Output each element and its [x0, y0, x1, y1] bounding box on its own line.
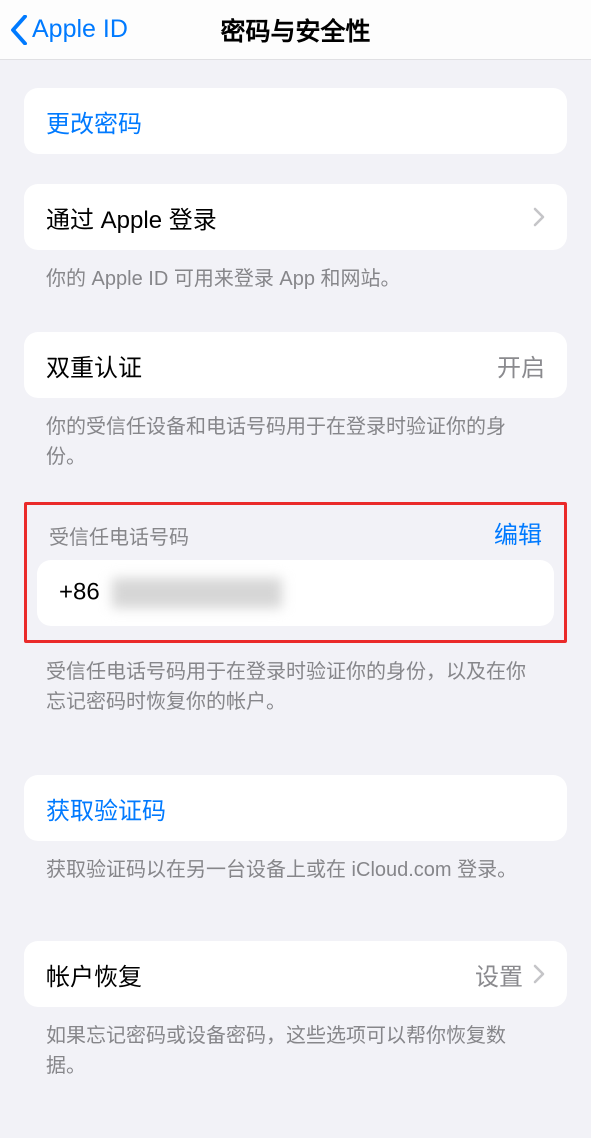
two-factor-value: 开启	[497, 348, 545, 383]
trusted-phone-highlight: 受信任电话号码 编辑 +86	[24, 502, 567, 643]
get-code-cell[interactable]: 获取验证码	[24, 775, 567, 841]
back-label: Apple ID	[32, 15, 128, 44]
change-password-label: 更改密码	[46, 104, 142, 139]
trusted-phone-number-cell[interactable]: +86	[37, 560, 554, 626]
group-account-recovery: 帐户恢复 设置 如果忘记密码或设备密码，这些选项可以帮你恢复数据。	[24, 941, 567, 1081]
group-sign-in-with-apple: 通过 Apple 登录 你的 Apple ID 可用来登录 App 和网站。	[24, 184, 567, 294]
trusted-phone-header-row: 受信任电话号码 编辑	[33, 515, 558, 552]
change-password-cell[interactable]: 更改密码	[24, 88, 567, 154]
account-recovery-detail: 设置	[475, 957, 545, 992]
trusted-phone-number-redacted	[112, 578, 282, 608]
trusted-phone-number-prefix: +86	[59, 578, 100, 605]
trusted-phone-header: 受信任电话号码	[49, 521, 189, 550]
two-factor-cell[interactable]: 双重认证 开启	[24, 332, 567, 398]
account-recovery-footer: 如果忘记密码或设备密码，这些选项可以帮你恢复数据。	[24, 1007, 567, 1081]
account-recovery-label: 帐户恢复	[46, 957, 142, 992]
chevron-right-icon	[533, 207, 545, 227]
two-factor-footer: 你的受信任设备和电话号码用于在登录时验证你的身份。	[24, 398, 567, 472]
sign-in-with-apple-label: 通过 Apple 登录	[46, 200, 217, 235]
account-recovery-value: 设置	[475, 957, 523, 992]
sign-in-with-apple-footer: 你的 Apple ID 可用来登录 App 和网站。	[24, 250, 567, 294]
back-button[interactable]: Apple ID	[0, 15, 128, 45]
trusted-phone-edit-button[interactable]: 编辑	[494, 515, 542, 550]
group-get-code: 获取验证码 获取验证码以在另一台设备上或在 iCloud.com 登录。	[24, 775, 567, 885]
get-code-footer: 获取验证码以在另一台设备上或在 iCloud.com 登录。	[24, 841, 567, 885]
content: 更改密码 通过 Apple 登录 你的 Apple ID 可用来登录 App 和…	[0, 88, 591, 1081]
two-factor-label: 双重认证	[46, 348, 142, 383]
chevron-right-icon	[533, 964, 545, 984]
group-two-factor: 双重认证 开启 你的受信任设备和电话号码用于在登录时验证你的身份。	[24, 332, 567, 472]
account-recovery-cell[interactable]: 帐户恢复 设置	[24, 941, 567, 1007]
sign-in-with-apple-cell[interactable]: 通过 Apple 登录	[24, 184, 567, 250]
trusted-phone-footer: 受信任电话号码用于在登录时验证你的身份，以及在你忘记密码时恢复你的帐户。	[24, 643, 567, 717]
group-change-password: 更改密码	[24, 88, 567, 154]
get-code-label: 获取验证码	[46, 791, 166, 826]
nav-bar: Apple ID 密码与安全性	[0, 0, 591, 60]
trusted-phone-number: +86	[59, 578, 282, 608]
chevron-left-icon	[10, 15, 28, 45]
